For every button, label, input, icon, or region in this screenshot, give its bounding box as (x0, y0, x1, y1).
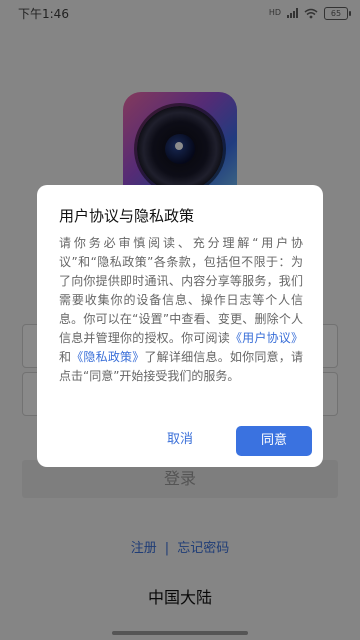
privacy-policy-link[interactable]: 《隐私政策》 (71, 350, 144, 364)
dialog-conjunction: 和 (59, 350, 72, 364)
privacy-dialog: 用户协议与隐私政策 请你务必审慎阅读、充分理解“用户协议”和“隐私政策”各条款，… (37, 185, 323, 467)
hd-indicator: HD (268, 8, 281, 17)
status-bar: 下午1:46 HD 65 (0, 0, 360, 26)
dialog-body: 请你务必审慎阅读、充分理解“用户协议”和“隐私政策”各条款，包括但不限于：为了向… (59, 234, 303, 386)
home-indicator[interactable] (112, 631, 248, 635)
cancel-button[interactable]: 取消 (155, 426, 205, 454)
user-agreement-link[interactable]: 《用户协议》 (230, 331, 303, 345)
status-time: 下午1:46 (18, 6, 69, 21)
wifi-icon (304, 8, 318, 18)
battery-icon: 65 (324, 6, 351, 20)
dialog-body-text-1: 请你务必审慎阅读、充分理解“用户协议”和“隐私政策”各条款，包括但不限于：为了向… (59, 236, 303, 345)
agree-button[interactable]: 同意 (236, 426, 312, 456)
signal-icon (287, 8, 298, 18)
dialog-actions: 取消 同意 (37, 424, 323, 460)
dialog-title: 用户协议与隐私政策 (59, 207, 195, 225)
status-icons: HD 65 (268, 6, 351, 20)
